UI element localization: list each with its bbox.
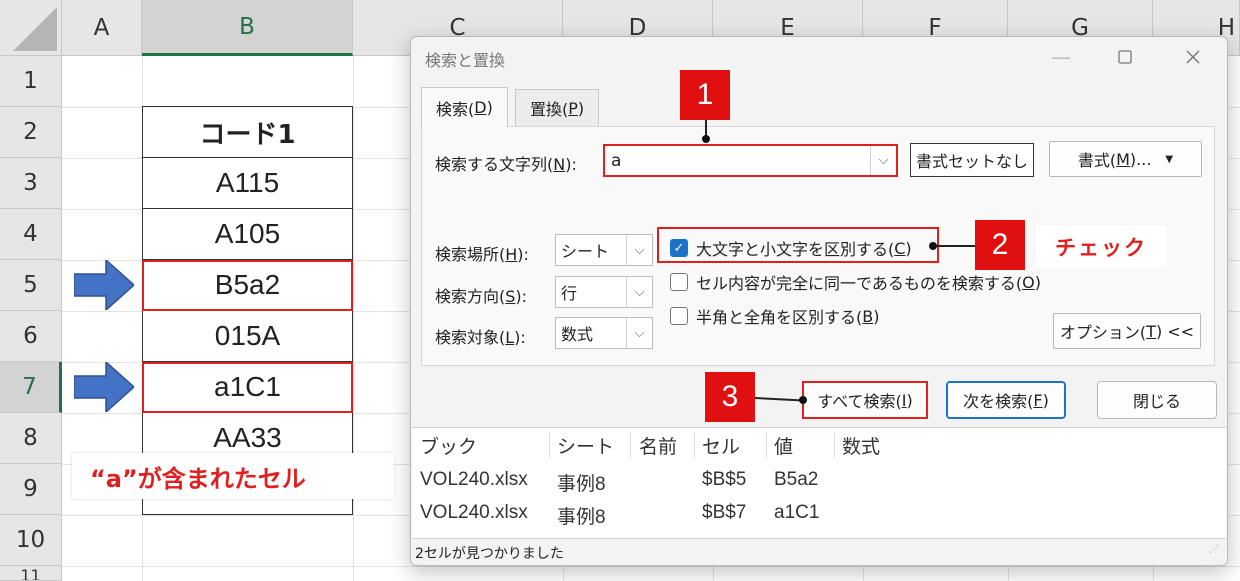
row-header-10[interactable]: 10 [0, 515, 62, 566]
resize-grip-icon[interactable]: ⋰ [1209, 545, 1221, 559]
check-note: チェック [1036, 226, 1166, 268]
find-what-input[interactable]: a ⌵ [603, 144, 898, 177]
search-direction-label: 検索方向(S): [435, 287, 528, 306]
results-header-book[interactable]: ブック [420, 428, 477, 462]
row-header-1[interactable]: 1 [0, 56, 62, 107]
result-sheet: 事例8 [557, 507, 606, 528]
find-next-button[interactable]: 次を検索(F) [946, 381, 1066, 419]
step-badge-1: 1 [680, 70, 730, 120]
row-header-6[interactable]: 6 [0, 311, 62, 362]
results-header-cell[interactable]: セル [702, 428, 740, 462]
maximize-icon[interactable] [1105, 43, 1145, 71]
result-value: a1C1 [774, 502, 820, 523]
column-header-b[interactable]: B [142, 0, 353, 56]
result-value: B5a2 [774, 469, 819, 490]
status-text: 2セルが見つかりました [415, 546, 564, 562]
search-direction-select[interactable]: 行 ⌵ [555, 276, 653, 308]
within-select[interactable]: シート ⌵ [555, 234, 653, 266]
column-header-a[interactable]: A [62, 0, 142, 56]
cell-b3[interactable]: A115 [142, 158, 353, 209]
match-byte-checkbox[interactable]: 半角と全角を区別する(B) [670, 304, 879, 328]
chevron-down-icon[interactable]: ⌵ [626, 318, 652, 348]
results-header-formula[interactable]: 数式 [842, 428, 880, 462]
dialog-title: 検索と置換 [425, 51, 506, 70]
cell-b5[interactable]: B5a2 [142, 260, 353, 311]
arrow-right-icon [74, 362, 134, 412]
cell-b2[interactable]: コード1 [142, 106, 353, 158]
cell-b4[interactable]: A105 [142, 209, 353, 260]
row-header-2[interactable]: 2 [0, 107, 62, 158]
find-all-button[interactable]: すべて検索(I) [802, 381, 928, 419]
row-header-7[interactable]: 7 [0, 362, 62, 413]
match-case-checkbox[interactable]: ✓ 大文字と小文字を区別する(C) [670, 236, 912, 260]
row-header-3[interactable]: 3 [0, 158, 62, 209]
minimize-icon: — [1051, 45, 1071, 69]
row-header-9[interactable]: 9 [0, 464, 62, 515]
close-button[interactable]: 閉じる [1097, 381, 1217, 419]
results-header-sheet[interactable]: シート [557, 428, 614, 462]
results-header-name[interactable]: 名前 [639, 428, 677, 462]
checkbox-box[interactable] [670, 307, 688, 325]
chevron-down-icon[interactable]: ⌵ [626, 235, 652, 265]
step-badge-3: 3 [705, 372, 755, 422]
row-header-8[interactable]: 8 [0, 413, 62, 464]
row-header-4[interactable]: 4 [0, 209, 62, 260]
result-book: VOL240.xlsx [420, 502, 528, 523]
look-in-select[interactable]: 数式 ⌵ [555, 317, 653, 349]
cell-b7[interactable]: a1C1 [142, 362, 353, 413]
annotation-note: “a”が含まれたセル [72, 453, 394, 499]
step-badge-2: 2 [975, 220, 1025, 270]
row-header-5[interactable]: 5 [0, 260, 62, 311]
cell-b6[interactable]: 015A [142, 311, 353, 362]
format-button[interactable]: 書式(M)... ▼ [1049, 141, 1202, 177]
tab-replace[interactable]: 置換(P) [515, 89, 600, 126]
result-cell: $B$7 [702, 502, 747, 523]
match-entire-cell-checkbox[interactable]: セル内容が完全に同一であるものを検索する(O) [670, 270, 1041, 294]
row-header-11[interactable]: 11 [0, 566, 62, 581]
result-book: VOL240.xlsx [420, 469, 528, 490]
checkbox-box[interactable] [670, 273, 688, 291]
results-header-value[interactable]: 値 [774, 428, 793, 462]
result-sheet: 事例8 [557, 474, 606, 495]
chevron-down-icon[interactable]: ⌵ [626, 277, 652, 307]
select-all-corner[interactable] [0, 0, 62, 56]
look-in-label: 検索対象(L): [435, 328, 526, 347]
find-replace-dialog: 検索と置換 — 検索(D) 置換(P) 検索する文字列(N): a ⌵ 書式セッ… [410, 36, 1228, 566]
checkmark-icon[interactable]: ✓ [670, 239, 688, 257]
options-button[interactable]: オプション(T) << [1053, 313, 1201, 349]
arrow-right-icon [74, 260, 134, 310]
chevron-down-icon[interactable]: ⌵ [870, 146, 896, 175]
dropdown-arrow-icon: ▼ [1165, 153, 1174, 165]
no-format-button[interactable]: 書式セットなし [910, 143, 1034, 177]
find-what-label: 検索する文字列(N): [435, 155, 577, 174]
result-cell: $B$5 [702, 469, 747, 490]
within-label: 検索場所(H): [435, 245, 529, 264]
close-icon[interactable] [1173, 43, 1213, 71]
results-table: ブック シート 名前 セル 値 数式 VOL240.xlsx 事例8 $B$5 … [412, 427, 1226, 539]
tab-find[interactable]: 検索(D) [421, 87, 508, 127]
